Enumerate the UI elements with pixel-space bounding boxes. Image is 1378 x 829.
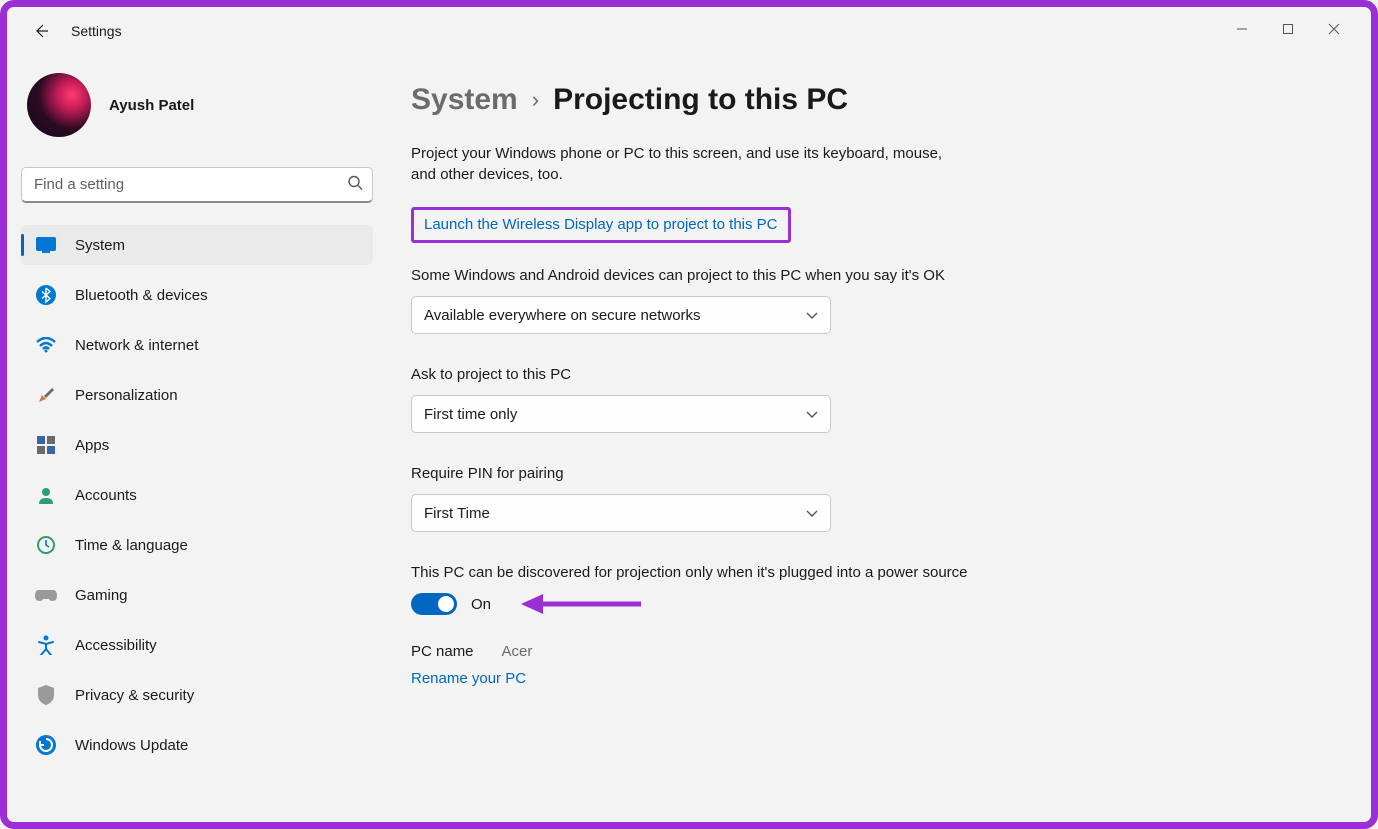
chevron-down-icon — [806, 307, 818, 324]
window-controls — [1219, 7, 1371, 45]
maximize-icon — [1282, 23, 1294, 35]
accessibility-icon — [35, 634, 57, 656]
sidebar-item-label: Accessibility — [75, 637, 157, 654]
system-icon — [35, 234, 57, 256]
toggle-state-label: On — [471, 596, 491, 613]
clock-globe-icon — [35, 534, 57, 556]
page-intro: Project your Windows phone or PC to this… — [411, 143, 971, 185]
titlebar: Settings — [7, 7, 1371, 55]
user-profile[interactable]: Ayush Patel — [21, 55, 373, 155]
user-name: Ayush Patel — [109, 97, 194, 114]
update-icon — [35, 734, 57, 756]
sidebar-item-label: Personalization — [75, 387, 178, 404]
dropdown-value: First time only — [424, 406, 517, 423]
ask-to-project-dropdown[interactable]: First time only — [411, 395, 831, 433]
sidebar-item-label: Apps — [75, 437, 109, 454]
sidebar-item-update[interactable]: Windows Update — [21, 725, 373, 765]
pc-name-row: PC name Acer — [411, 643, 971, 660]
page-title: Projecting to this PC — [553, 83, 848, 117]
pc-name-label: PC name — [411, 643, 474, 660]
pc-name-value: Acer — [502, 643, 533, 660]
sidebar-item-label: Gaming — [75, 587, 128, 604]
sidebar-item-personalization[interactable]: Personalization — [21, 375, 373, 415]
sidebar-item-time[interactable]: Time & language — [21, 525, 373, 565]
search-input[interactable] — [21, 167, 373, 203]
rename-pc-link[interactable]: Rename your PC — [411, 670, 526, 687]
annotation-highlight-box: Launch the Wireless Display app to proje… — [411, 207, 791, 243]
sidebar-item-gaming[interactable]: Gaming — [21, 575, 373, 615]
sidebar-item-label: Privacy & security — [75, 687, 194, 704]
sidebar-item-bluetooth[interactable]: Bluetooth & devices — [21, 275, 373, 315]
sidebar-item-label: Accounts — [75, 487, 137, 504]
gamepad-icon — [35, 584, 57, 606]
shield-icon — [35, 684, 57, 706]
apps-icon — [35, 434, 57, 456]
arrow-left-icon — [33, 23, 49, 39]
bluetooth-icon — [35, 284, 57, 306]
avatar — [27, 73, 91, 137]
close-icon — [1328, 23, 1340, 35]
sidebar-item-label: System — [75, 237, 125, 254]
breadcrumb-parent[interactable]: System — [411, 83, 518, 117]
sidebar-item-label: Bluetooth & devices — [75, 287, 208, 304]
setting-availability-label: Some Windows and Android devices can pro… — [411, 265, 971, 286]
launch-wireless-display-link[interactable]: Launch the Wireless Display app to proje… — [424, 216, 778, 233]
dropdown-value: Available everywhere on secure networks — [424, 307, 701, 324]
sidebar-item-label: Windows Update — [75, 737, 188, 754]
minimize-button[interactable] — [1219, 13, 1265, 45]
sidebar: Ayush Patel System Bluetooth & devices N… — [7, 55, 387, 822]
main-content: System › Projecting to this PC Project y… — [387, 55, 1371, 822]
chevron-down-icon — [806, 406, 818, 423]
annotation-arrow-icon — [521, 591, 641, 617]
setting-pin-label: Require PIN for pairing — [411, 463, 971, 484]
sidebar-item-label: Network & internet — [75, 337, 198, 354]
sidebar-item-label: Time & language — [75, 537, 188, 554]
availability-dropdown[interactable]: Available everywhere on secure networks — [411, 296, 831, 334]
sidebar-item-system[interactable]: System — [21, 225, 373, 265]
sidebar-item-accounts[interactable]: Accounts — [21, 475, 373, 515]
setting-power-label: This PC can be discovered for projection… — [411, 562, 971, 583]
search-icon — [347, 175, 363, 196]
window-title: Settings — [71, 23, 122, 39]
sidebar-item-network[interactable]: Network & internet — [21, 325, 373, 365]
power-discovery-toggle[interactable] — [411, 593, 457, 615]
maximize-button[interactable] — [1265, 13, 1311, 45]
dropdown-value: First Time — [424, 505, 490, 522]
paintbrush-icon — [35, 384, 57, 406]
setting-ask-label: Ask to project to this PC — [411, 364, 971, 385]
chevron-right-icon: › — [532, 87, 539, 113]
minimize-icon — [1236, 23, 1248, 35]
back-button[interactable] — [21, 11, 61, 51]
wifi-icon — [35, 334, 57, 356]
person-icon — [35, 484, 57, 506]
close-button[interactable] — [1311, 13, 1357, 45]
chevron-down-icon — [806, 505, 818, 522]
breadcrumb: System › Projecting to this PC — [411, 83, 1347, 117]
sidebar-item-privacy[interactable]: Privacy & security — [21, 675, 373, 715]
sidebar-item-apps[interactable]: Apps — [21, 425, 373, 465]
require-pin-dropdown[interactable]: First Time — [411, 494, 831, 532]
search-field-wrap — [21, 167, 373, 203]
sidebar-item-accessibility[interactable]: Accessibility — [21, 625, 373, 665]
